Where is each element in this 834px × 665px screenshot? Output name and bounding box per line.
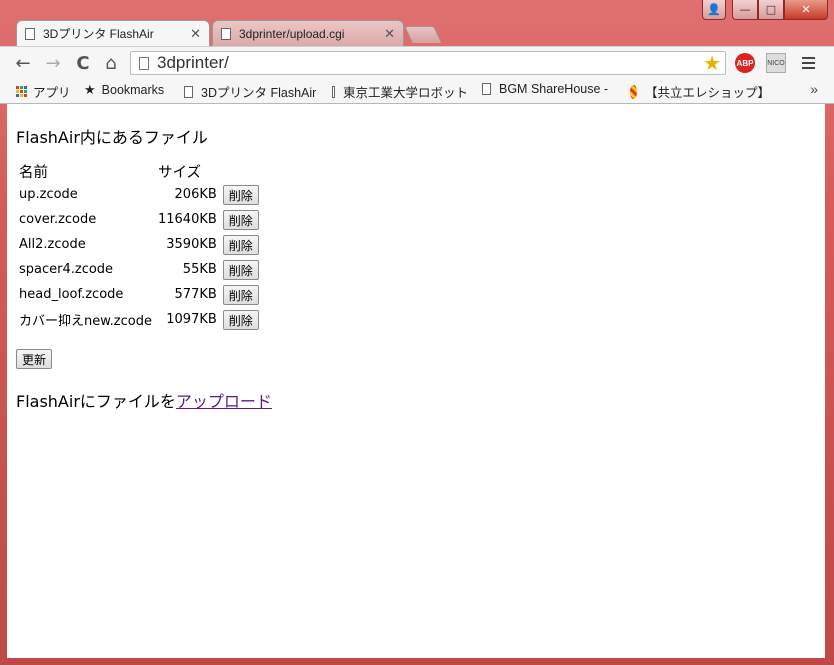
page-icon <box>184 85 193 98</box>
column-header-name: 名前 <box>19 164 48 181</box>
column-header-action <box>221 160 261 182</box>
table-row: cover.zcode 11640KB 削除 <box>17 207 261 232</box>
file-size: 1097KB <box>166 312 217 327</box>
delete-button[interactable]: 削除 <box>222 209 259 230</box>
file-name: cover.zcode <box>19 212 97 227</box>
file-size: 577KB <box>174 287 217 302</box>
bookmark-label: 東京工業大学ロボット <box>342 86 468 100</box>
browser-window: 👤 — □ ✕ 3Dプリンタ FlashAir ✕ 3dprinter/uplo… <box>0 0 834 665</box>
page-icon <box>25 27 35 40</box>
upload-line: FlashAirにファイルをアップロード <box>16 388 272 412</box>
file-size: 206KB <box>174 187 217 202</box>
file-name: カバー抑えnew.zcode <box>19 314 152 329</box>
kyoritsu-favicon-icon <box>630 84 637 99</box>
page-icon <box>221 27 231 40</box>
bookmark-star-icon[interactable]: ★ <box>703 51 721 76</box>
refresh-button[interactable]: 更新 <box>16 349 53 369</box>
address-bar[interactable]: 3dprinter/ ★ <box>130 51 726 75</box>
forward-icon[interactable]: → <box>42 52 64 74</box>
apps-grid-icon <box>16 86 27 97</box>
adblock-icon[interactable]: ABP <box>735 53 755 73</box>
delete-button[interactable]: 削除 <box>222 259 259 280</box>
bookmark-item[interactable]: 【共立エレショップ】 <box>630 82 770 101</box>
page-icon <box>482 83 491 95</box>
file-name: head_loof.zcode <box>19 287 124 302</box>
bookmark-apps[interactable]: アプリ <box>16 82 71 101</box>
page-content: FlashAir内にあるファイル 名前 サイズ up.zcode 206KB 削… <box>7 104 825 658</box>
table-row: All2.zcode 3590KB 削除 <box>17 232 261 257</box>
bookmark-item[interactable]: BGM ShareHouse - <box>482 82 616 96</box>
table-row: カバー抑えnew.zcode 1097KB 削除 <box>17 307 261 332</box>
table-row: spacer4.zcode 55KB 削除 <box>17 257 261 282</box>
close-tab-icon[interactable]: ✕ <box>190 26 201 42</box>
bookmark-label: 【共立エレショップ】 <box>644 86 770 100</box>
new-tab-button[interactable] <box>404 26 442 43</box>
delete-button[interactable]: 削除 <box>222 184 259 205</box>
tab-strip: 3Dプリンタ FlashAir ✕ 3dprinter/upload.cgi ✕ <box>0 18 834 46</box>
user-icon[interactable]: 👤 <box>702 0 726 20</box>
bookmark-item[interactable]: 東京工業大学ロボット <box>332 82 468 101</box>
tab-upload-cgi[interactable]: 3dprinter/upload.cgi ✕ <box>212 20 404 46</box>
delete-button[interactable]: 削除 <box>222 309 259 330</box>
close-tab-icon[interactable]: ✕ <box>384 26 395 42</box>
bookmark-item[interactable]: 3Dプリンタ FlashAir <box>184 82 316 101</box>
file-size: 55KB <box>182 262 217 277</box>
file-size: 11640KB <box>157 212 217 227</box>
upload-link[interactable]: アップロード <box>176 392 272 411</box>
page-heading: FlashAir内にあるファイル <box>16 128 208 147</box>
file-name: All2.zcode <box>19 237 86 252</box>
file-table: 名前 サイズ up.zcode 206KB 削除 cover.zcode 116… <box>15 160 263 332</box>
url-text[interactable]: 3dprinter/ <box>157 53 703 73</box>
maximize-button[interactable]: □ <box>758 0 784 20</box>
star-icon: ★ <box>84 82 96 97</box>
page-icon <box>139 56 149 70</box>
file-name: up.zcode <box>19 187 78 202</box>
bookmark-label: Bookmarks <box>101 83 165 97</box>
bookmarks-bar: アプリ ★ Bookmarks 3Dプリンタ FlashAir 東京工業大学ロボ… <box>0 78 834 104</box>
menu-icon[interactable] <box>798 53 818 73</box>
reload-icon[interactable]: C <box>72 52 94 74</box>
column-header-size: サイズ <box>157 164 202 181</box>
toolbar: ← → C ⌂ 3dprinter/ ★ ABP NICO <box>0 46 834 79</box>
nico-extension-icon[interactable]: NICO <box>766 53 786 73</box>
tab-title: 3Dプリンタ FlashAir <box>43 27 154 41</box>
close-window-button[interactable]: ✕ <box>784 0 828 20</box>
upload-prefix: FlashAirにファイルを <box>16 392 176 411</box>
page-icon <box>332 85 335 98</box>
bookmarks-overflow-icon[interactable]: » <box>810 81 818 97</box>
bookmark-label: アプリ <box>33 86 71 100</box>
file-name: spacer4.zcode <box>19 262 114 277</box>
delete-button[interactable]: 削除 <box>222 284 259 305</box>
delete-button[interactable]: 削除 <box>222 234 259 255</box>
table-row: head_loof.zcode 577KB 削除 <box>17 282 261 307</box>
bookmark-bookmarks[interactable]: ★ Bookmarks <box>84 82 164 98</box>
bookmark-label: BGM ShareHouse - <box>499 82 609 96</box>
window-controls: 👤 — □ ✕ <box>702 0 828 20</box>
tab-title: 3dprinter/upload.cgi <box>239 26 345 41</box>
bookmark-label: 3Dプリンタ FlashAir <box>201 86 317 100</box>
minimize-button[interactable]: — <box>732 0 758 20</box>
tab-flashair[interactable]: 3Dプリンタ FlashAir ✕ <box>16 20 210 46</box>
table-row: up.zcode 206KB 削除 <box>17 182 261 207</box>
table-header-row: 名前 サイズ <box>17 160 261 182</box>
back-icon[interactable]: ← <box>12 52 34 74</box>
home-icon[interactable]: ⌂ <box>100 52 122 74</box>
file-size: 3590KB <box>166 237 217 252</box>
